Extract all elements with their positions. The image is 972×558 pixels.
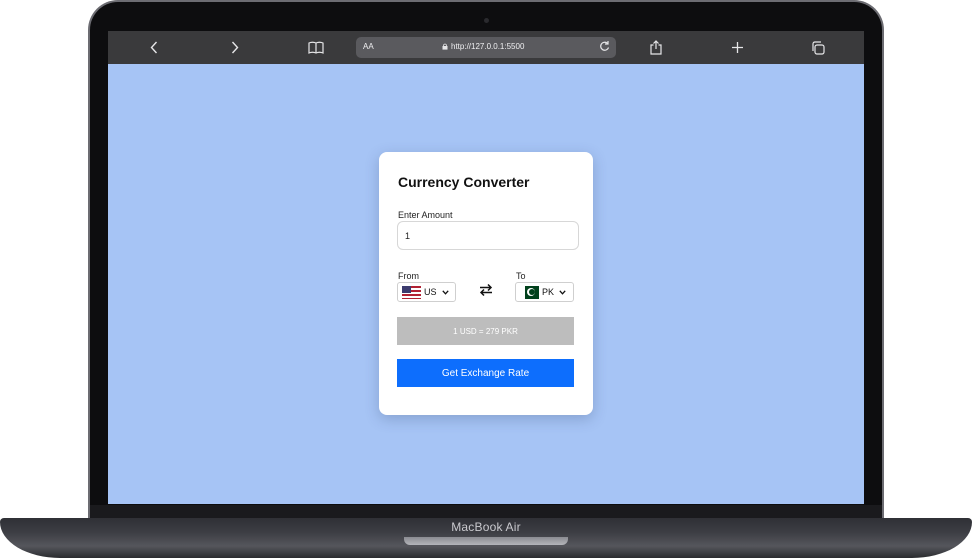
url-display[interactable]: http://127.0.0.1:5500 <box>442 42 524 51</box>
from-currency-select[interactable]: US <box>397 282 456 302</box>
browser-toolbar: AA http://127.0.0.1:5500 <box>108 31 864 64</box>
chevron-down-icon <box>441 289 449 295</box>
page-title: Currency Converter <box>398 174 530 190</box>
get-exchange-rate-button[interactable]: Get Exchange Rate <box>397 359 574 387</box>
text-size-button[interactable]: AA <box>363 42 374 51</box>
url-text: http://127.0.0.1:5500 <box>451 42 525 51</box>
from-currency-value: US <box>424 287 437 297</box>
pk-flag-icon <box>520 285 539 299</box>
screen-bezel-bottom <box>90 505 882 519</box>
plus-icon[interactable] <box>726 31 748 64</box>
exchange-result: 1 USD = 279 PKR <box>397 317 574 345</box>
camera-icon <box>484 18 489 23</box>
share-icon[interactable] <box>645 31 667 64</box>
chevron-left-icon[interactable] <box>144 31 164 64</box>
tabs-icon[interactable] <box>807 31 829 64</box>
to-currency-value: PK <box>542 287 555 297</box>
to-currency-select[interactable]: PK <box>515 282 574 302</box>
laptop-notch <box>404 537 568 545</box>
device-label: MacBook Air <box>451 520 521 534</box>
converter-card: Currency Converter Enter Amount From US … <box>379 152 593 415</box>
browser-screen: AA http://127.0.0.1:5500 Currency Conver… <box>108 31 864 504</box>
lock-icon <box>442 43 448 50</box>
reload-icon[interactable] <box>599 40 610 55</box>
address-bar[interactable]: AA http://127.0.0.1:5500 <box>356 37 616 58</box>
amount-label: Enter Amount <box>398 210 453 220</box>
to-label: To <box>516 271 526 281</box>
us-flag-icon <box>402 285 421 299</box>
swap-arrows-icon[interactable] <box>477 279 495 301</box>
chevron-right-icon[interactable] <box>225 31 245 64</box>
book-icon[interactable] <box>305 31 327 64</box>
chevron-down-icon <box>559 289 566 295</box>
from-label: From <box>398 271 419 281</box>
amount-input[interactable] <box>397 221 579 250</box>
